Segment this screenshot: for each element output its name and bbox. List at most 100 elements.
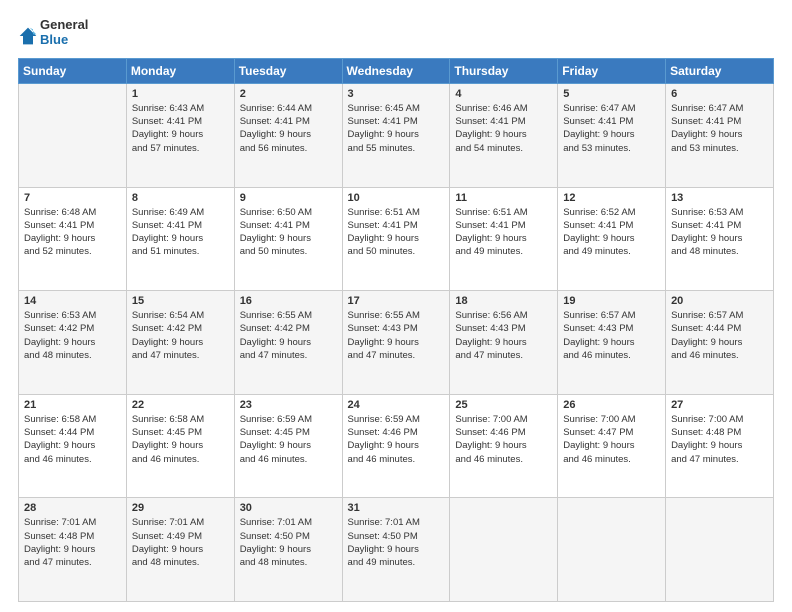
day-number: 23	[240, 399, 337, 411]
day-number: 25	[455, 399, 552, 411]
day-number: 22	[132, 399, 229, 411]
day-cell	[450, 498, 558, 602]
logo: General Blue	[18, 18, 88, 48]
day-cell: 13Sunrise: 6:53 AM Sunset: 4:41 PM Dayli…	[666, 187, 774, 291]
day-number: 28	[24, 502, 121, 514]
logo-line1: General	[40, 18, 88, 33]
day-cell: 12 Sunrise: 6:52 AM Sunset: 4:41 PM Dayli…	[558, 187, 666, 291]
day-number: 26	[563, 399, 660, 411]
day-info: Sunrise: 7:01 AM Sunset: 4:50 PM Dayligh…	[348, 516, 445, 569]
day-info: Sunrise: 6:52 AM Sunset: 4:41 PM Dayligh…	[563, 206, 660, 259]
day-info: Sunrise: 6:57 AM Sunset: 4:43 PM Dayligh…	[563, 309, 660, 362]
day-info: Sunrise: 6:59 AM Sunset: 4:46 PM Dayligh…	[348, 413, 445, 466]
calendar-table: SundayMondayTuesdayWednesdayThursdayFrid…	[18, 58, 774, 602]
col-header-saturday: Saturday	[666, 58, 774, 83]
day-info: Sunrise: 6:47 AM Sunset: 4:41 PM Dayligh…	[563, 102, 660, 155]
logo-icon	[18, 26, 38, 46]
day-cell: 20 Sunrise: 6:57 AM Sunset: 4:44 PM Dayli…	[666, 291, 774, 395]
col-header-tuesday: Tuesday	[234, 58, 342, 83]
day-info: Sunrise: 6:57 AM Sunset: 4:44 PM Dayligh…	[671, 309, 768, 362]
day-cell: 16 Sunrise: 6:55 AM Sunset: 4:42 PM Dayli…	[234, 291, 342, 395]
day-cell: 31Sunrise: 7:01 AM Sunset: 4:50 PM Dayli…	[342, 498, 450, 602]
day-number: 5	[563, 88, 660, 100]
day-number: 18	[455, 295, 552, 307]
day-number: 13	[671, 192, 768, 204]
col-header-friday: Friday	[558, 58, 666, 83]
day-number: 12	[563, 192, 660, 204]
day-cell: 18Sunrise: 6:56 AM Sunset: 4:43 PM Dayli…	[450, 291, 558, 395]
day-info: Sunrise: 6:43 AM Sunset: 4:41 PM Dayligh…	[132, 102, 229, 155]
day-number: 30	[240, 502, 337, 514]
day-cell: 6 Sunrise: 6:47 AM Sunset: 4:41 PM Daylig…	[666, 83, 774, 187]
day-cell: 10Sunrise: 6:51 AM Sunset: 4:41 PM Dayli…	[342, 187, 450, 291]
day-cell: 29 Sunrise: 7:01 AM Sunset: 4:49 PM Dayli…	[126, 498, 234, 602]
week-row-3: 14 Sunrise: 6:53 AM Sunset: 4:42 PM Dayli…	[19, 291, 774, 395]
logo-line2: Blue	[40, 33, 88, 48]
day-cell: 15Sunrise: 6:54 AM Sunset: 4:42 PM Dayli…	[126, 291, 234, 395]
day-info: Sunrise: 6:58 AM Sunset: 4:44 PM Dayligh…	[24, 413, 121, 466]
day-info: Sunrise: 6:48 AM Sunset: 4:41 PM Dayligh…	[24, 206, 121, 259]
day-info: Sunrise: 6:55 AM Sunset: 4:43 PM Dayligh…	[348, 309, 445, 362]
day-number: 14	[24, 295, 121, 307]
day-number: 29	[132, 502, 229, 514]
day-cell	[666, 498, 774, 602]
day-number: 1	[132, 88, 229, 100]
day-cell	[558, 498, 666, 602]
day-info: Sunrise: 6:51 AM Sunset: 4:41 PM Dayligh…	[348, 206, 445, 259]
week-row-1: 1 Sunrise: 6:43 AM Sunset: 4:41 PM Daylig…	[19, 83, 774, 187]
day-info: Sunrise: 6:46 AM Sunset: 4:41 PM Dayligh…	[455, 102, 552, 155]
day-cell: 22 Sunrise: 6:58 AM Sunset: 4:45 PM Dayli…	[126, 394, 234, 498]
day-info: Sunrise: 7:00 AM Sunset: 4:46 PM Dayligh…	[455, 413, 552, 466]
day-cell: 26Sunrise: 7:00 AM Sunset: 4:47 PM Dayli…	[558, 394, 666, 498]
day-info: Sunrise: 6:50 AM Sunset: 4:41 PM Dayligh…	[240, 206, 337, 259]
day-cell: 8 Sunrise: 6:49 AM Sunset: 4:41 PM Daylig…	[126, 187, 234, 291]
day-number: 4	[455, 88, 552, 100]
day-number: 16	[240, 295, 337, 307]
day-info: Sunrise: 7:01 AM Sunset: 4:49 PM Dayligh…	[132, 516, 229, 569]
col-header-thursday: Thursday	[450, 58, 558, 83]
day-info: Sunrise: 6:53 AM Sunset: 4:42 PM Dayligh…	[24, 309, 121, 362]
day-cell: 24Sunrise: 6:59 AM Sunset: 4:46 PM Dayli…	[342, 394, 450, 498]
day-number: 2	[240, 88, 337, 100]
day-cell: 27Sunrise: 7:00 AM Sunset: 4:48 PM Dayli…	[666, 394, 774, 498]
day-cell: 19 Sunrise: 6:57 AM Sunset: 4:43 PM Dayli…	[558, 291, 666, 395]
day-cell: 28 Sunrise: 7:01 AM Sunset: 4:48 PM Dayli…	[19, 498, 127, 602]
day-number: 6	[671, 88, 768, 100]
day-info: Sunrise: 6:49 AM Sunset: 4:41 PM Dayligh…	[132, 206, 229, 259]
day-number: 9	[240, 192, 337, 204]
day-number: 11	[455, 192, 552, 204]
day-info: Sunrise: 6:55 AM Sunset: 4:42 PM Dayligh…	[240, 309, 337, 362]
day-number: 19	[563, 295, 660, 307]
day-cell	[19, 83, 127, 187]
day-cell: 7 Sunrise: 6:48 AM Sunset: 4:41 PM Daylig…	[19, 187, 127, 291]
day-number: 7	[24, 192, 121, 204]
day-info: Sunrise: 7:00 AM Sunset: 4:48 PM Dayligh…	[671, 413, 768, 466]
day-number: 15	[132, 295, 229, 307]
week-row-4: 21 Sunrise: 6:58 AM Sunset: 4:44 PM Dayli…	[19, 394, 774, 498]
day-info: Sunrise: 6:58 AM Sunset: 4:45 PM Dayligh…	[132, 413, 229, 466]
day-cell: 4 Sunrise: 6:46 AM Sunset: 4:41 PM Daylig…	[450, 83, 558, 187]
day-cell: 9 Sunrise: 6:50 AM Sunset: 4:41 PM Daylig…	[234, 187, 342, 291]
day-info: Sunrise: 6:47 AM Sunset: 4:41 PM Dayligh…	[671, 102, 768, 155]
day-number: 21	[24, 399, 121, 411]
day-info: Sunrise: 7:01 AM Sunset: 4:50 PM Dayligh…	[240, 516, 337, 569]
day-cell: 25 Sunrise: 7:00 AM Sunset: 4:46 PM Dayli…	[450, 394, 558, 498]
day-info: Sunrise: 6:59 AM Sunset: 4:45 PM Dayligh…	[240, 413, 337, 466]
day-number: 8	[132, 192, 229, 204]
day-number: 3	[348, 88, 445, 100]
header-row: SundayMondayTuesdayWednesdayThursdayFrid…	[19, 58, 774, 83]
day-number: 20	[671, 295, 768, 307]
week-row-2: 7 Sunrise: 6:48 AM Sunset: 4:41 PM Daylig…	[19, 187, 774, 291]
day-info: Sunrise: 7:01 AM Sunset: 4:48 PM Dayligh…	[24, 516, 121, 569]
page: General Blue SundayMondayTuesdayWednesda…	[0, 0, 792, 612]
col-header-wednesday: Wednesday	[342, 58, 450, 83]
day-cell: 14 Sunrise: 6:53 AM Sunset: 4:42 PM Dayli…	[19, 291, 127, 395]
day-cell: 11Sunrise: 6:51 AM Sunset: 4:41 PM Dayli…	[450, 187, 558, 291]
col-header-monday: Monday	[126, 58, 234, 83]
header: General Blue	[18, 18, 774, 48]
day-info: Sunrise: 6:45 AM Sunset: 4:41 PM Dayligh…	[348, 102, 445, 155]
day-cell: 5 Sunrise: 6:47 AM Sunset: 4:41 PM Daylig…	[558, 83, 666, 187]
day-cell: 1 Sunrise: 6:43 AM Sunset: 4:41 PM Daylig…	[126, 83, 234, 187]
week-row-5: 28 Sunrise: 7:01 AM Sunset: 4:48 PM Dayli…	[19, 498, 774, 602]
day-cell: 3 Sunrise: 6:45 AM Sunset: 4:41 PM Daylig…	[342, 83, 450, 187]
